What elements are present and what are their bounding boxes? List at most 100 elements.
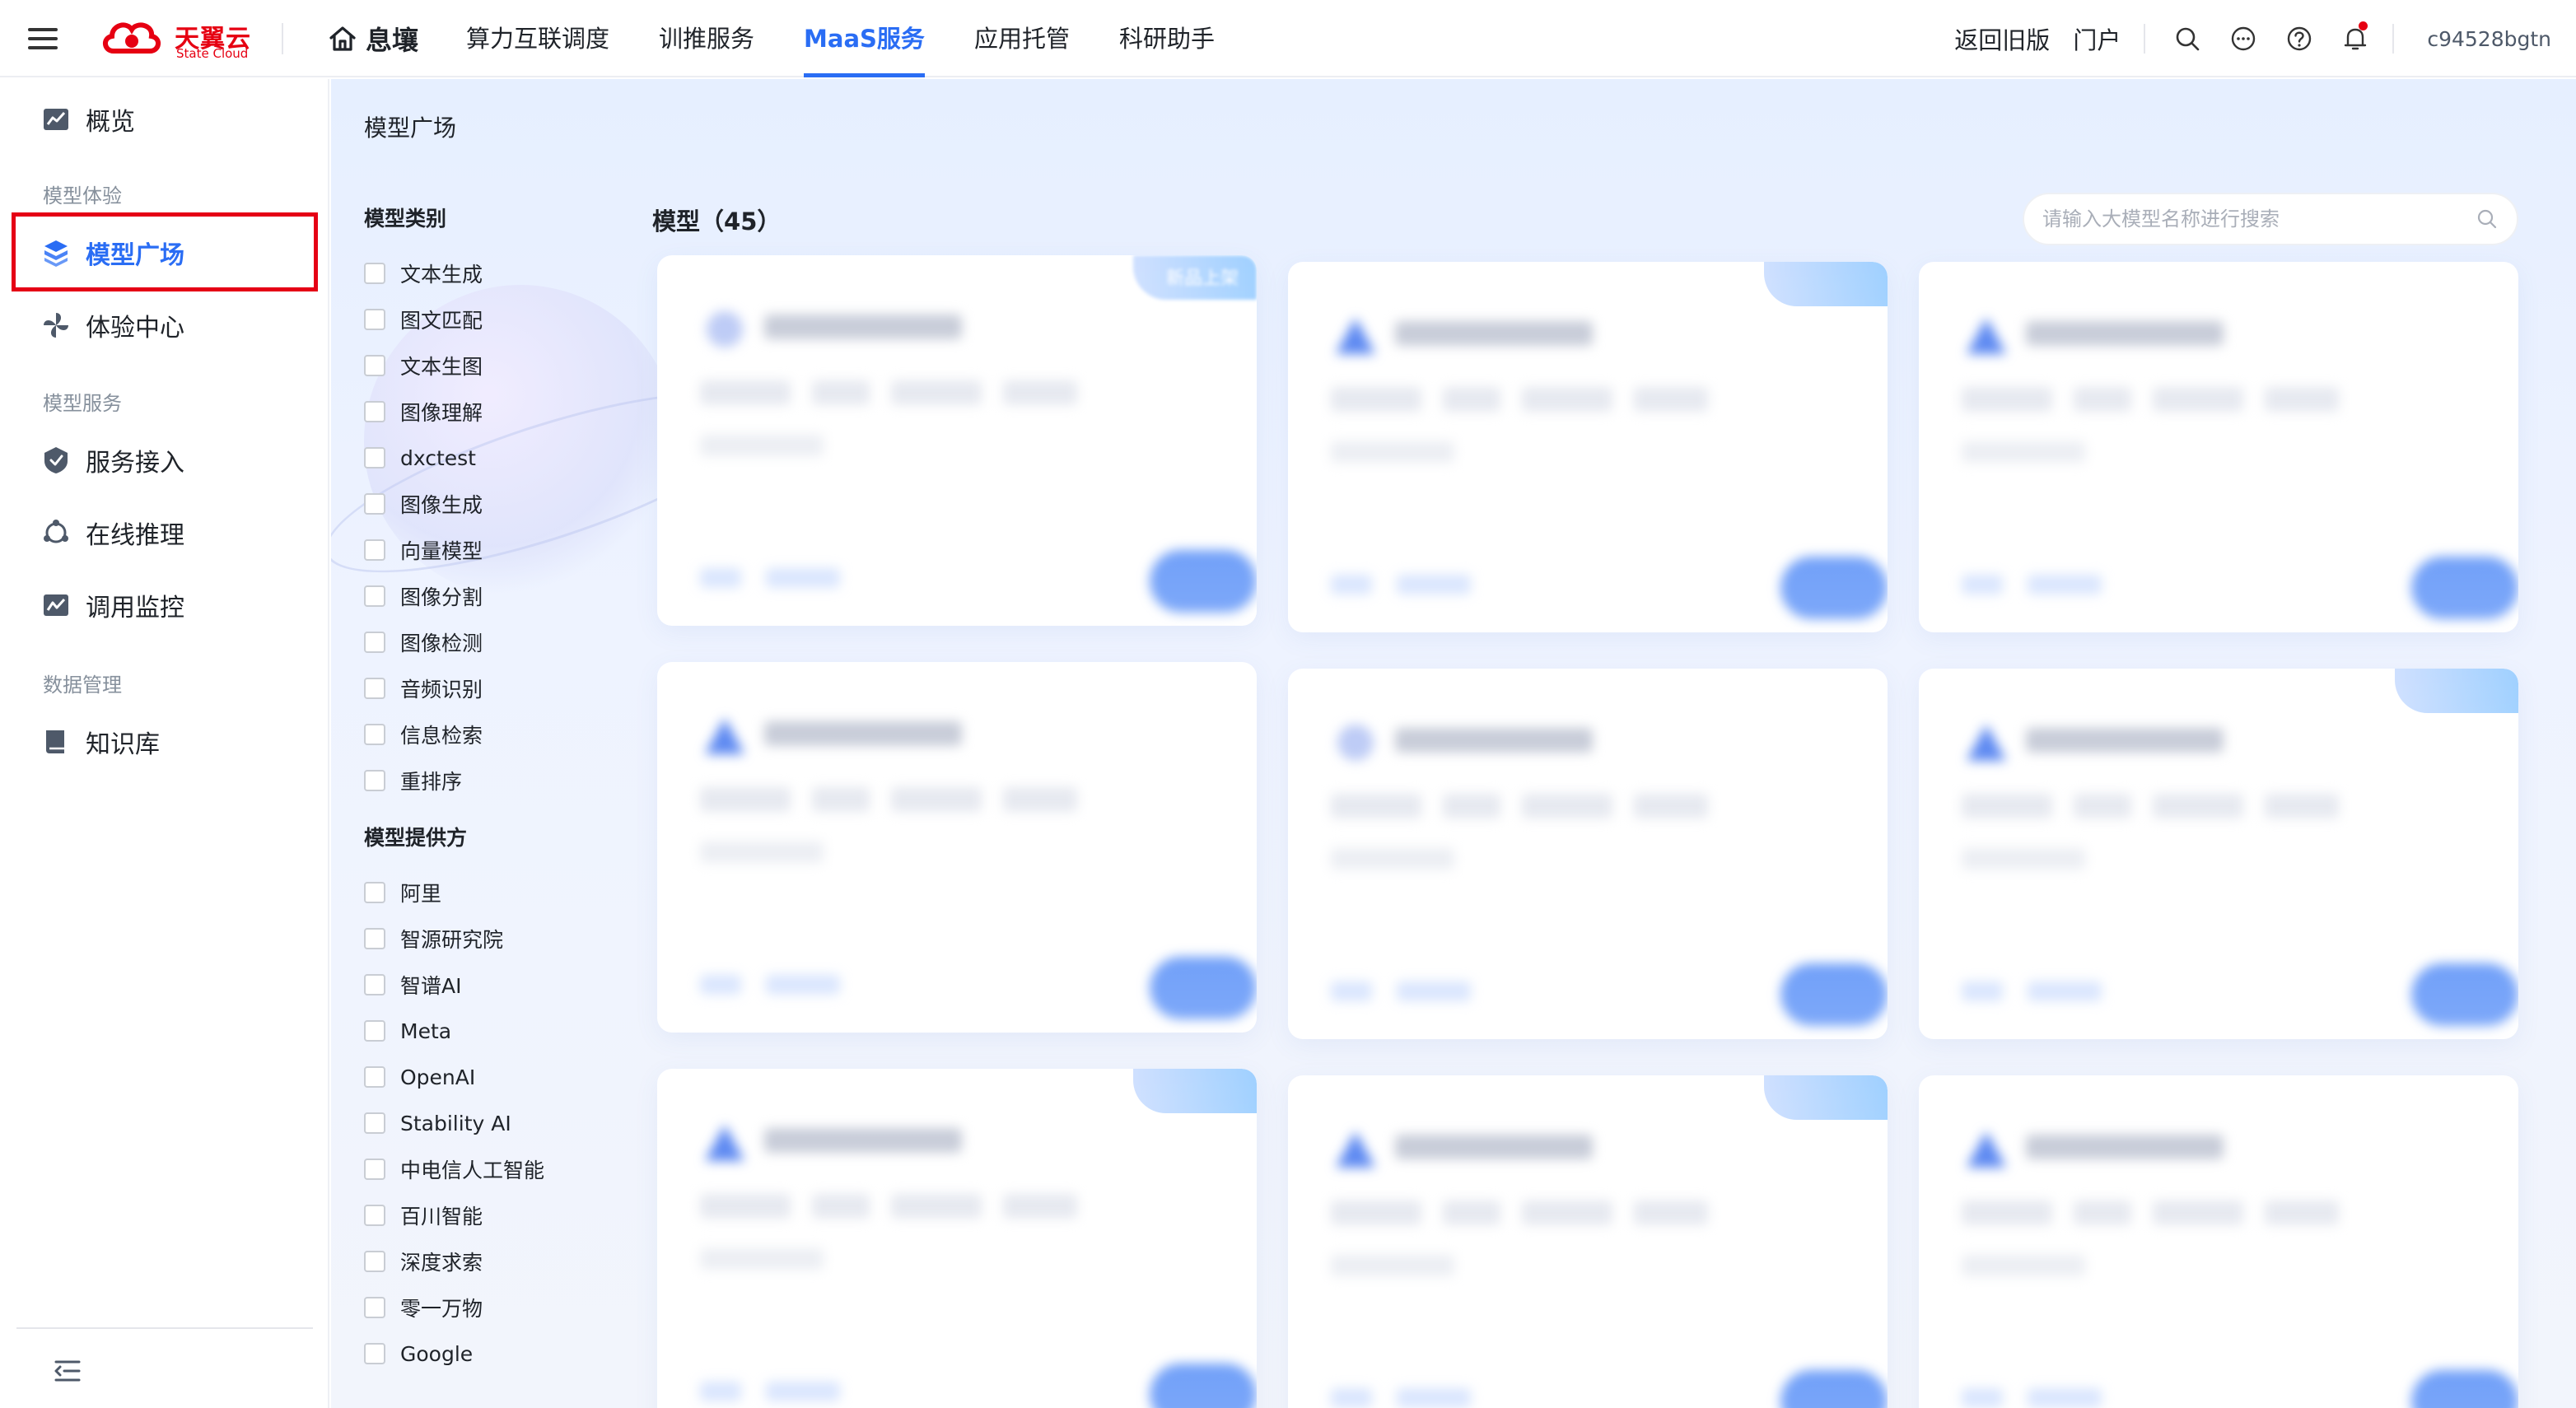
checkbox[interactable] (364, 1343, 385, 1364)
card-content-placeholder (1919, 1075, 2518, 1408)
model-card[interactable] (1288, 1075, 1888, 1408)
card-content-placeholder (1288, 1075, 1888, 1408)
checkbox[interactable] (364, 401, 385, 422)
category-filter-option[interactable]: 图像分割 (364, 573, 636, 619)
category-filter-option[interactable]: 文本生成 (364, 250, 636, 296)
sidebar-item-label: 调用监控 (86, 594, 184, 622)
logo[interactable]: 天翼云 State Cloud (99, 15, 255, 64)
nav-research-assistant[interactable]: 科研助手 (1119, 0, 1215, 77)
checkbox[interactable] (364, 493, 385, 515)
search-icon[interactable] (2173, 25, 2201, 53)
provider-filter-option[interactable]: Stability AI (364, 1100, 636, 1146)
help-icon[interactable] (2285, 25, 2313, 53)
checkbox[interactable] (364, 585, 385, 607)
collapse-icon[interactable] (53, 1359, 82, 1383)
category-filter-option[interactable]: 图文匹配 (364, 296, 636, 343)
checkbox[interactable] (364, 770, 385, 791)
model-card[interactable]: 新品上架 (657, 255, 1257, 626)
model-card[interactable] (657, 1069, 1257, 1408)
category-filter-option[interactable]: 图像理解 (364, 389, 636, 435)
nav-maas[interactable]: MaaS服务 (804, 0, 925, 77)
sidebar-item-experience-center[interactable]: 体验中心 (0, 296, 329, 354)
provider-filter-option[interactable]: 智源研究院 (364, 916, 636, 962)
provider-filter-option[interactable]: 深度求索 (364, 1238, 636, 1284)
top-bar: 天翼云 State Cloud 息壤 算力互联调度 训推服务 MaaS服务 应用… (0, 0, 2576, 77)
provider-filter-label: OpenAI (400, 1065, 476, 1089)
chart-icon (44, 109, 68, 130)
checkbox[interactable] (364, 1205, 385, 1226)
category-filter-option[interactable]: 图像检测 (364, 619, 636, 665)
chat-icon[interactable] (2229, 25, 2257, 53)
category-filter-option[interactable]: 重排序 (364, 758, 636, 804)
provider-filter-option[interactable]: 百川智能 (364, 1192, 636, 1238)
model-card[interactable] (1919, 262, 2518, 632)
checkbox[interactable] (364, 1066, 385, 1088)
category-filter-option[interactable]: 向量模型 (364, 527, 636, 573)
provider-filter-option[interactable]: 阿里 (364, 870, 636, 916)
sidebar-item-overview[interactable]: 概览 (0, 91, 329, 148)
checkbox[interactable] (364, 678, 385, 699)
checkbox[interactable] (364, 928, 385, 949)
search-input[interactable] (2042, 207, 2476, 231)
category-filter-label: 图像生成 (400, 493, 483, 517)
checkbox[interactable] (364, 974, 385, 995)
sparkle-icon (707, 311, 743, 347)
checkbox[interactable] (364, 355, 385, 376)
category-filter-option[interactable]: dxctest (364, 435, 636, 481)
model-card[interactable] (1919, 669, 2518, 1039)
card-badge (1133, 1069, 1257, 1113)
provider-filter-option[interactable]: 中电信人工智能 (364, 1146, 636, 1192)
checkbox[interactable] (364, 1159, 385, 1180)
model-card[interactable] (657, 662, 1257, 1033)
provider-filter-option[interactable]: OpenAI (364, 1054, 636, 1100)
provider-filter-option[interactable]: Meta (364, 1008, 636, 1054)
checkbox[interactable] (364, 724, 385, 745)
checkbox[interactable] (364, 539, 385, 561)
provider-filter-option[interactable]: 零一万物 (364, 1284, 636, 1331)
category-filter-label: 图文匹配 (400, 309, 483, 333)
nav-home[interactable]: 息壤 (328, 20, 418, 58)
checkbox[interactable] (364, 882, 385, 903)
checkbox[interactable] (364, 263, 385, 284)
checkbox[interactable] (364, 632, 385, 653)
category-filter-option[interactable]: 图像生成 (364, 481, 636, 527)
checkbox[interactable] (364, 309, 385, 330)
provider-filter-option[interactable]: 智谱AI (364, 962, 636, 1008)
model-card[interactable] (1288, 669, 1888, 1039)
models-count-heading: 模型（45） (652, 203, 781, 237)
checkbox[interactable] (364, 1251, 385, 1272)
provider-filter-label: 智源研究院 (400, 928, 504, 952)
sidebar-item-online-inference[interactable]: 在线推理 (0, 504, 329, 562)
model-card[interactable] (1288, 262, 1888, 632)
sidebar-group-data: 数据管理 (43, 674, 122, 697)
divider (2144, 24, 2146, 54)
nav-app-hosting[interactable]: 应用托管 (974, 0, 1070, 77)
notification-bell[interactable] (2341, 21, 2369, 53)
portal-link[interactable]: 门户 (2073, 21, 2121, 56)
category-filter-option[interactable]: 文本生图 (364, 343, 636, 389)
sidebar-item-call-monitor[interactable]: 调用监控 (0, 576, 329, 634)
checkbox[interactable] (364, 1020, 385, 1042)
sidebar-item-service-access[interactable]: 服务接入 (0, 431, 329, 489)
sidebar-item-label: 知识库 (86, 730, 160, 759)
model-card-grid: 新品上架 (657, 255, 2527, 1408)
menu-icon[interactable] (28, 26, 58, 51)
checkbox[interactable] (364, 447, 385, 469)
back-old-version-link[interactable]: 返回旧版 (1954, 21, 2050, 56)
category-filter-option[interactable]: 音频识别 (364, 665, 636, 711)
sidebar-item-knowledge-base[interactable]: 知识库 (0, 713, 329, 771)
nav-compute-scheduling[interactable]: 算力互联调度 (466, 0, 609, 77)
provider-filter-option[interactable]: Google (364, 1331, 636, 1377)
search-icon[interactable] (2476, 207, 2499, 231)
triangle-icon (1967, 318, 2006, 354)
user-account[interactable]: c94528bgtn (2427, 27, 2551, 51)
card-content-placeholder (1919, 262, 2518, 632)
checkbox[interactable] (364, 1112, 385, 1134)
sidebar-item-label: 概览 (86, 108, 135, 137)
checkbox[interactable] (364, 1297, 385, 1318)
category-filter-option[interactable]: 信息检索 (364, 711, 636, 758)
nav-training-inference[interactable]: 训推服务 (659, 0, 754, 77)
category-filter-label: 图像理解 (400, 401, 483, 425)
provider-filter-label: 智谱AI (400, 974, 462, 998)
model-card[interactable] (1919, 1075, 2518, 1408)
